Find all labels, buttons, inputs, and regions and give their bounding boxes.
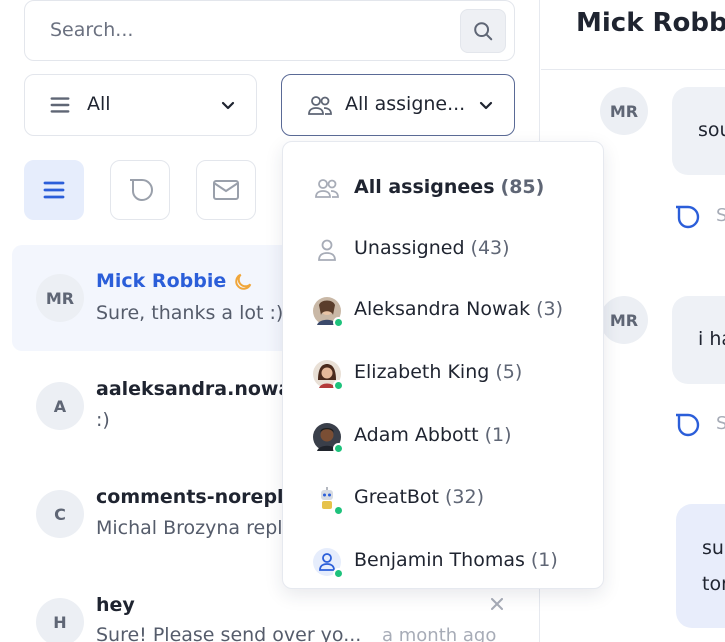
- online-status-dot: [333, 505, 344, 516]
- dropdown-item-greatbot[interactable]: GreatBot (32): [283, 472, 605, 522]
- dropdown-item-count: (32): [445, 486, 485, 508]
- dropdown-item-count: (1): [530, 549, 558, 571]
- chat-status-icon: [676, 205, 700, 229]
- conversation-time: a month ago: [382, 625, 497, 642]
- avatar: MR: [600, 87, 648, 135]
- message-text: su: [702, 537, 724, 559]
- person-icon: [318, 239, 336, 261]
- online-status-dot: [333, 380, 344, 391]
- avatar: [313, 360, 344, 391]
- avatar: [313, 548, 344, 579]
- moon-icon: [235, 273, 252, 290]
- dropdown-item-label: Benjamin Thomas: [354, 549, 525, 571]
- avatar: A: [36, 382, 84, 430]
- message-bubble: su tor: [676, 504, 725, 628]
- avatar: H: [36, 598, 84, 642]
- list-icon: [50, 97, 70, 113]
- message-bubble: i ha: [672, 296, 725, 384]
- people-icon: [308, 96, 332, 115]
- dropdown-item-label: Elizabeth King: [354, 361, 490, 383]
- divider: [541, 69, 725, 70]
- search-icon: [474, 22, 493, 41]
- dropdown-item-elizabeth-king[interactable]: Elizabeth King (5): [283, 347, 605, 397]
- dropdown-item-unassigned[interactable]: Unassigned (43): [283, 223, 605, 273]
- dropdown-item-label: Unassigned: [354, 237, 465, 259]
- avatar: [313, 297, 344, 328]
- conversation-name: Mick Robbie: [96, 270, 227, 292]
- dropdown-item-aleksandra-nowak[interactable]: Aleksandra Nowak (3): [283, 284, 605, 334]
- dropdown-item-all-assignees[interactable]: All assignees (85): [283, 162, 605, 212]
- conversation-preview: Sure, thanks a lot :): [96, 302, 284, 324]
- conversation-preview: Sure! Please send over yo...: [96, 624, 362, 642]
- message-status: S: [716, 205, 725, 226]
- bot-icon: [313, 485, 344, 516]
- dropdown-item-count: (1): [484, 424, 512, 446]
- message-status: S: [716, 413, 725, 434]
- chevron-down-icon: [221, 101, 235, 110]
- chevron-down-icon: [479, 101, 493, 110]
- assignee-filter-label: All assigne...: [345, 93, 466, 115]
- dropdown-item-count: (85): [500, 176, 545, 198]
- dropdown-item-benjamin-thomas[interactable]: Benjamin Thomas (1): [283, 535, 605, 585]
- message-text: sou: [698, 119, 725, 141]
- avatar: C: [36, 490, 84, 538]
- conversation-preview: :): [96, 409, 110, 431]
- search-button[interactable]: [460, 9, 506, 53]
- online-status-dot: [333, 443, 344, 454]
- dropdown-item-count: (3): [536, 298, 564, 320]
- dropdown-item-adam-abbott[interactable]: Adam Abbott (1): [283, 410, 605, 460]
- dropdown-item-label: Adam Abbott: [354, 424, 479, 446]
- conversation-name: hey: [96, 594, 135, 616]
- chat-status-icon: [676, 413, 700, 437]
- dropdown-item-count: (5): [495, 361, 523, 383]
- dropdown-item-label: Aleksandra Nowak: [354, 298, 531, 320]
- close-icon[interactable]: [491, 598, 503, 610]
- conversation-name: aaleksandra.nowak: [96, 378, 304, 400]
- online-status-dot: [333, 317, 344, 328]
- view-email-button[interactable]: [196, 160, 256, 220]
- view-chat-button[interactable]: [110, 160, 170, 220]
- mail-icon: [213, 180, 239, 200]
- chat-bubble-icon: [130, 179, 153, 202]
- search-box[interactable]: Search...: [24, 0, 515, 61]
- conversation-name: comments-norepl: [96, 486, 284, 508]
- search-input[interactable]: Search...: [50, 19, 133, 41]
- avatar: MR: [36, 274, 84, 322]
- list-icon: [43, 181, 65, 199]
- people-icon: [315, 179, 339, 198]
- dropdown-item-label: All assignees: [354, 176, 495, 198]
- assignee-dropdown-menu: All assignees (85) Unassigned (43) Aleksan…: [282, 141, 604, 589]
- message-text: tor: [702, 573, 725, 595]
- dropdown-item-label: GreatBot: [354, 486, 440, 508]
- avatar: [313, 423, 344, 454]
- status-filter-select[interactable]: All: [24, 74, 257, 136]
- assignee-filter-select[interactable]: All assigne...: [281, 74, 515, 136]
- avatar: MR: [600, 296, 648, 344]
- dropdown-item-count: (43): [470, 237, 510, 259]
- conversation-preview: Michal Brozyna repl: [96, 517, 283, 539]
- view-all-button[interactable]: [24, 160, 84, 220]
- message-bubble: sou: [672, 87, 725, 175]
- online-status-dot: [333, 568, 344, 579]
- chat-title: Mick Robbie: [576, 8, 725, 38]
- status-filter-label: All: [87, 93, 111, 115]
- message-text: i ha: [698, 328, 725, 350]
